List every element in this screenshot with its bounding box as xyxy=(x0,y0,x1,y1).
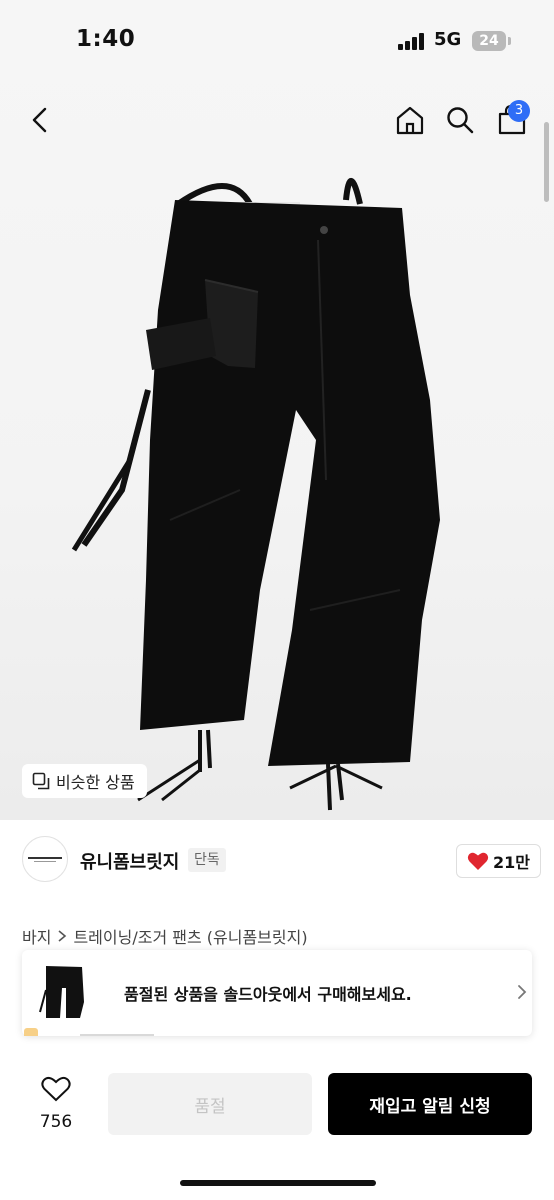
home-indicator xyxy=(180,1180,376,1186)
brand-like-count: 21만 xyxy=(493,853,530,872)
back-button[interactable] xyxy=(20,100,60,140)
battery-icon: 24 xyxy=(472,31,506,51)
breadcrumb-category[interactable]: 바지 xyxy=(22,924,51,948)
breadcrumb: 바지 트레이닝/조거 팬츠 (유니폼브릿지) xyxy=(22,924,308,948)
wishlist-count: 756 xyxy=(39,1112,73,1132)
back-arrow-icon xyxy=(32,107,47,133)
heart-outline-icon xyxy=(41,1076,71,1102)
breadcrumb-subcategory[interactable]: 트레이닝/조거 팬츠 (유니폼브릿지) xyxy=(73,924,307,948)
breadcrumb-chevron-icon xyxy=(58,930,67,942)
soldout-banner-text: 품절된 상품을 솔드아웃에서 구매해보세요. xyxy=(124,985,412,1004)
heart-icon xyxy=(467,852,489,870)
cart-count-badge: 3 xyxy=(508,100,530,122)
home-icon xyxy=(396,106,424,135)
brand-logo-mark xyxy=(28,857,62,862)
product-image[interactable] xyxy=(60,160,500,820)
partial-rating-icon xyxy=(24,1028,38,1036)
exclusive-tag: 단독 xyxy=(188,848,226,872)
product-detail-page: 1:40 5G 24 3 비슷한 상품 유니폼브릿지 단독 21만 바지 트레이… xyxy=(0,0,554,1200)
similar-products-button[interactable]: 비슷한 상품 xyxy=(22,764,147,798)
soldout-banner[interactable]: 품절된 상품을 솔드아웃에서 구매해보세요. xyxy=(22,950,532,1036)
signal-icon xyxy=(398,33,426,50)
scroll-indicator xyxy=(544,122,549,202)
network-type: 5G xyxy=(434,29,462,50)
search-icon xyxy=(447,107,474,134)
wishlist-button[interactable]: 756 xyxy=(30,1076,82,1136)
bottom-action-bar: 756 품절 재입고 알림 신청 xyxy=(0,1046,554,1200)
battery-cap xyxy=(508,37,511,45)
brand-logo[interactable] xyxy=(22,836,68,882)
status-time: 1:40 xyxy=(76,26,136,52)
restock-alert-button[interactable]: 재입고 알림 신청 xyxy=(328,1073,532,1135)
soldout-thumbnail xyxy=(38,960,90,1026)
product-hero: 1:40 5G 24 3 비슷한 상품 xyxy=(0,0,554,820)
brand-row: 유니폼브릿지 단독 21만 xyxy=(0,836,554,884)
similar-products-label: 비슷한 상품 xyxy=(56,773,135,792)
home-button[interactable] xyxy=(390,100,430,140)
status-bar: 1:40 5G 24 xyxy=(0,0,554,84)
soldout-button: 품절 xyxy=(108,1073,312,1135)
copy-icon xyxy=(32,772,50,790)
search-button[interactable] xyxy=(440,100,480,140)
brand-name[interactable]: 유니폼브릿지 xyxy=(80,848,179,874)
chevron-right-icon xyxy=(518,985,527,999)
top-nav xyxy=(0,96,554,146)
brand-like-button[interactable]: 21만 xyxy=(456,844,541,878)
partial-divider xyxy=(80,1034,154,1036)
